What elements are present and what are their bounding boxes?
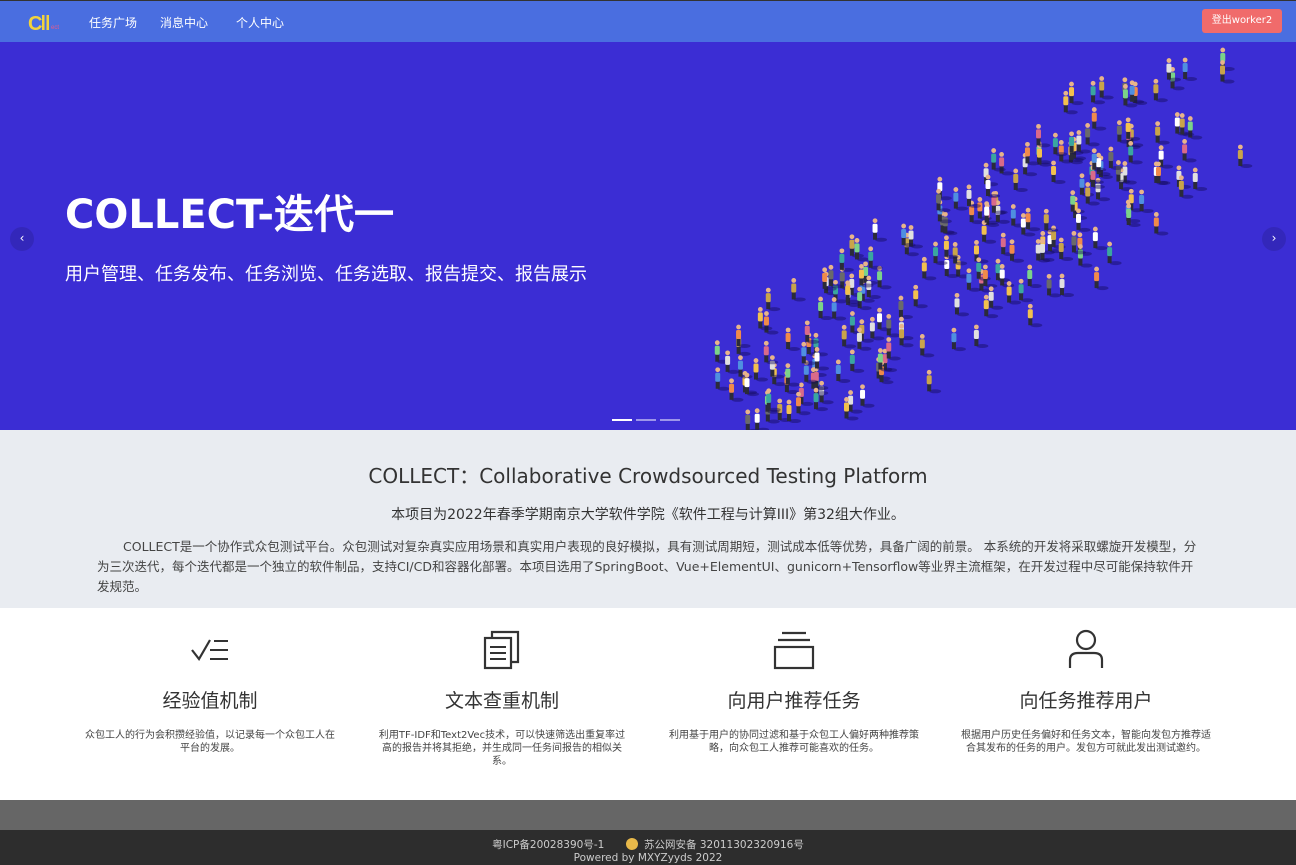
svg-text:C: C bbox=[28, 13, 42, 33]
intro-title: COLLECT：Collaborative Crowdsourced Testi… bbox=[368, 464, 928, 488]
carousel-prev-button[interactable]: ‹ bbox=[10, 227, 34, 251]
police-badge-icon bbox=[625, 838, 638, 850]
nav-message-center[interactable]: 消息中心 bbox=[160, 14, 208, 31]
footer-spacer bbox=[0, 800, 1296, 830]
feature-title: 向任务推荐用户 bbox=[1019, 690, 1153, 712]
carousel-indicators bbox=[612, 419, 684, 430]
carousel-indicator[interactable] bbox=[660, 419, 680, 421]
feature-title: 文本查重机制 bbox=[444, 690, 559, 712]
crowd-illustration bbox=[714, 47, 1253, 430]
carousel-subtitle: 用户管理、任务发布、任务浏览、任务选取、报告提交、报告展示 bbox=[65, 264, 587, 285]
feature-title: 经验值机制 bbox=[162, 690, 258, 712]
intro-subtitle: 本项目为2022年春季学期南京大学软件学院《软件工程与计算III》第32组大作业… bbox=[391, 507, 905, 523]
feature-description: 利用TF-IDF和Text2Vec技术，可以快速筛选出重复率过高的报告并将其拒绝… bbox=[378, 730, 626, 767]
top-navbar: C ect 任务广场 消息中心 个人中心 登出worker2 bbox=[0, 0, 1296, 42]
user-icon bbox=[1068, 629, 1104, 668]
carousel-title: COLLECT-迭代一 bbox=[65, 192, 395, 238]
nav-task-square[interactable]: 任务广场 bbox=[89, 14, 137, 31]
feature-description: 利用基于用户的协同过滤和基于众包工人偏好两种推荐策略，向众包工人推荐可能喜欢的任… bbox=[669, 730, 919, 754]
svg-text:ect: ect bbox=[51, 25, 59, 31]
nav-personal-center[interactable]: 个人中心 bbox=[236, 14, 284, 31]
checklist-icon bbox=[191, 639, 228, 661]
document-copy-icon bbox=[483, 630, 520, 670]
carousel-indicator[interactable] bbox=[612, 419, 632, 421]
feature-card-recommend-task: 向用户推荐任务 利用基于用户的协同过滤和基于众包工人偏好两种推荐策略，向众包工人… bbox=[669, 628, 919, 755]
collect-logo[interactable]: C ect bbox=[28, 11, 64, 33]
feature-card-duplicate-check: 文本查重机制 利用TF-IDF和Text2Vec技术，可以快速筛选出重复率过高的… bbox=[377, 628, 627, 768]
hero-carousel: COLLECT-迭代一 用户管理、任务发布、任务浏览、任务选取、报告提交、报告展… bbox=[0, 42, 1296, 430]
carousel-indicator[interactable] bbox=[636, 419, 656, 421]
feature-title: 向用户推荐任务 bbox=[727, 690, 861, 712]
logout-button[interactable]: 登出worker2 bbox=[1202, 9, 1282, 33]
intro-description: COLLECT是一个协作式众包测试平台。众包测试对复杂真实应用场景和真实用户表现… bbox=[97, 539, 1197, 594]
stack-icon bbox=[773, 631, 815, 670]
feature-card-experience: 经验值机制 众包工人的行为会积攒经验值，以记录每一个众包工人在平台的发展。 bbox=[85, 628, 335, 755]
feature-description: 根据用户历史任务偏好和任务文本，智能向发包方推荐适合其发布的任务的用户。发包方可… bbox=[961, 730, 1211, 754]
powered-by: Powered by MXYZyyds 2022 bbox=[573, 852, 723, 864]
feature-description: 众包工人的行为会积攒经验值，以记录每一个众包工人在平台的发展。 bbox=[85, 730, 335, 754]
police-record-link[interactable]: 苏公网安备 32011302320916号 bbox=[644, 839, 804, 851]
project-intro: COLLECT：Collaborative Crowdsourced Testi… bbox=[0, 430, 1296, 608]
footer: 粤ICP备20028390号-1 苏公网安备 32011302320916号 P… bbox=[0, 830, 1296, 865]
icp-link[interactable]: 粤ICP备20028390号-1 bbox=[492, 839, 604, 851]
feature-card-recommend-user: 向任务推荐用户 根据用户历史任务偏好和任务文本，智能向发包方推荐适合其发布的任务… bbox=[961, 628, 1211, 755]
